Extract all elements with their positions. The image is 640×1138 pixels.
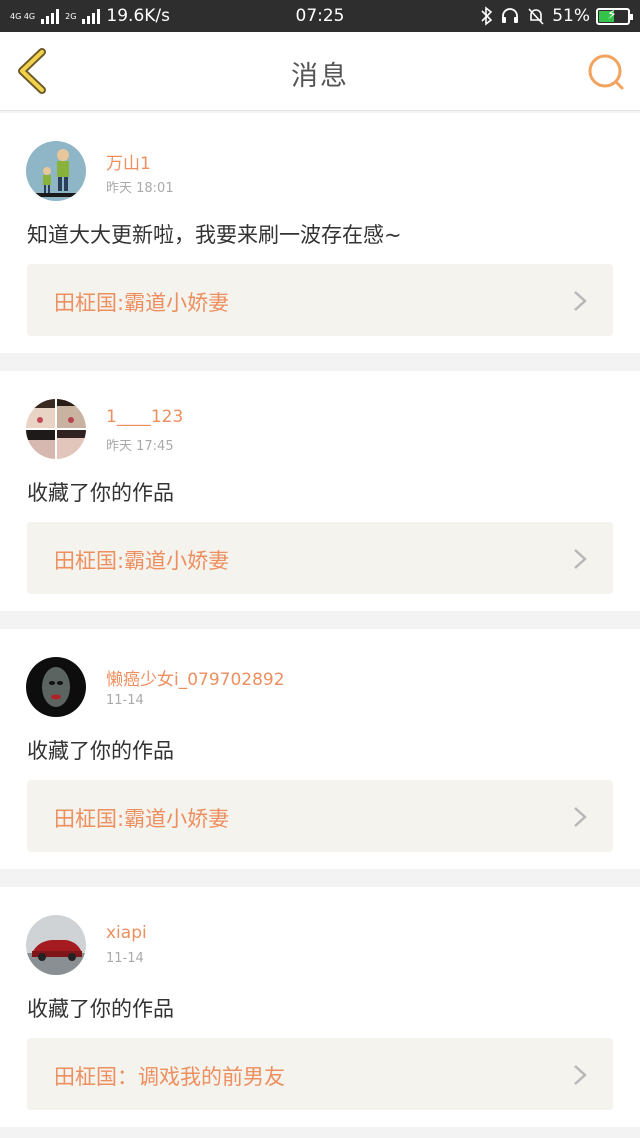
network-type-label: 4G 4G	[10, 11, 36, 21]
username[interactable]: 懒癌少女i_079702892	[106, 665, 285, 690]
network-speed: 19.6K/s	[106, 6, 171, 26]
message-text: 收藏了你的作品	[27, 481, 174, 505]
chevron-right-icon	[574, 291, 587, 311]
avatar[interactable]	[26, 399, 86, 459]
bluetooth-icon	[481, 6, 493, 26]
work-title: 田柾国:霸道小娇妻	[54, 291, 230, 315]
message-card: 懒癌少女i_079702892 11-14 收藏了你的作品 田柾国:霸道小娇妻	[0, 629, 640, 869]
avatar[interactable]	[26, 141, 86, 201]
message-card: 1____123 昨天 17:45 收藏了你的作品 田柾国:霸道小娇妻	[0, 371, 640, 611]
work-title: 田柾国:霸道小娇妻	[54, 549, 230, 573]
app-header: 消息	[0, 32, 640, 111]
message-text: 知道大大更新啦，我要来刷一波存在感~	[27, 223, 402, 247]
avatar-image	[26, 915, 86, 975]
search-icon	[588, 54, 624, 90]
chevron-right-icon	[574, 807, 587, 827]
username[interactable]: 万山1	[106, 149, 151, 174]
message-card: xiapi 11-14 收藏了你的作品 田柾国：调戏我的前男友	[0, 887, 640, 1127]
message-time: 昨天 17:45	[106, 439, 174, 454]
chevron-right-icon	[574, 549, 587, 569]
avatar-image	[26, 399, 86, 459]
work-link[interactable]: 田柾国:霸道小娇妻	[27, 264, 613, 336]
work-title: 田柾国:霸道小娇妻	[54, 807, 230, 831]
work-title: 田柾国：调戏我的前男友	[54, 1065, 285, 1089]
avatar-image	[26, 141, 86, 201]
username[interactable]: xiapi	[106, 923, 147, 943]
avatar[interactable]	[26, 915, 86, 975]
message-time: 11-14	[106, 951, 144, 966]
chevron-right-icon	[574, 1065, 587, 1085]
message-time: 昨天 18:01	[106, 181, 174, 196]
search-button[interactable]	[586, 52, 626, 92]
status-bar: 4G 4G 2G 19.6K/s 07:25 51% ⚡	[0, 0, 640, 32]
work-link[interactable]: 田柾国:霸道小娇妻	[27, 780, 613, 852]
work-link[interactable]: 田柾国：调戏我的前男友	[27, 1038, 613, 1110]
network-type-2g-icon: 2G	[65, 12, 76, 21]
signal-strength-icon	[41, 8, 60, 24]
status-right: 51% ⚡	[480, 6, 633, 26]
username[interactable]: 1____123	[106, 407, 183, 427]
headset-icon	[502, 8, 519, 23]
message-time: 11-14	[106, 693, 144, 708]
mute-bell-icon	[528, 8, 544, 25]
avatar[interactable]	[26, 657, 86, 717]
message-text: 收藏了你的作品	[27, 997, 174, 1021]
signal-strength-2-icon	[82, 8, 101, 24]
network-type-icon: 4G 4G	[10, 12, 35, 21]
battery-percent: 51%	[552, 6, 590, 26]
message-text: 收藏了你的作品	[27, 739, 174, 763]
battery-icon: ⚡	[596, 7, 633, 25]
network-type-2g-label: 2G	[65, 11, 77, 21]
message-card: 万山1 昨天 18:01 知道大大更新啦，我要来刷一波存在感~ 田柾国:霸道小娇…	[0, 113, 640, 353]
status-left: 4G 4G 2G 19.6K/s	[10, 6, 170, 26]
work-link[interactable]: 田柾国:霸道小娇妻	[27, 522, 613, 594]
avatar-image	[26, 657, 86, 717]
page-title: 消息	[291, 61, 349, 92]
